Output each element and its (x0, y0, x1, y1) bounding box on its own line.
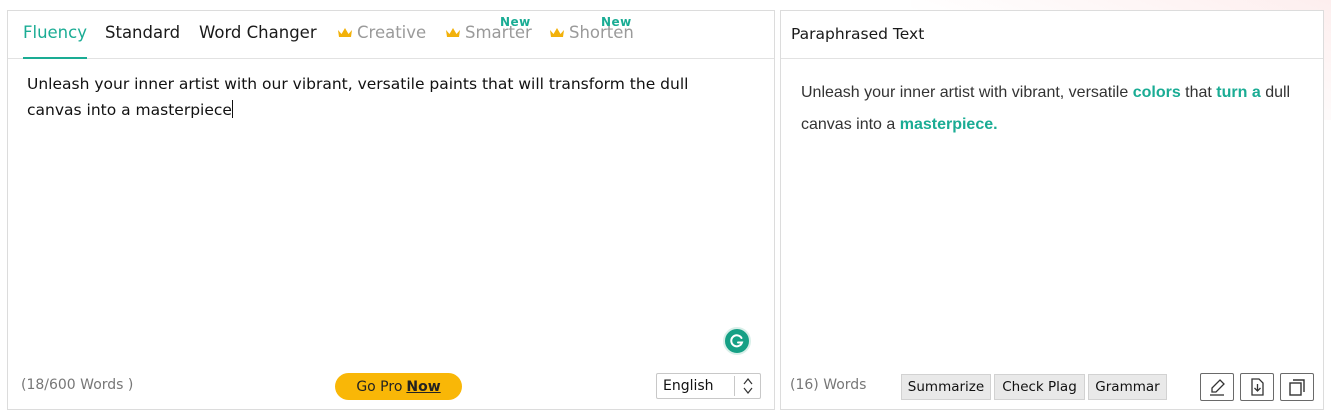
new-badge: New (601, 15, 632, 29)
grammar-button[interactable]: Grammar (1088, 374, 1167, 400)
new-badge: New (500, 15, 531, 29)
tab-label: Word Changer (199, 23, 317, 42)
paraphrased-text: Unleash your inner artist with vibrant, … (801, 77, 1306, 141)
tab-label: Standard (105, 23, 181, 42)
changed-word[interactable]: masterpiece. (900, 116, 998, 133)
output-word-count: (16) Words (790, 377, 867, 393)
select-arrows-icon (734, 376, 760, 396)
tab-word-changer[interactable]: Word Changer (199, 23, 317, 59)
download-icon[interactable] (1240, 373, 1274, 401)
input-textarea[interactable]: Unleash your inner artist with our vibra… (27, 71, 727, 123)
crown-icon (338, 28, 352, 37)
language-value: English (663, 378, 714, 394)
output-segment: Unleash your inner artist with vibrant, … (801, 84, 1133, 101)
mode-tabs: Fluency Standard Word Changer Creative N… (8, 11, 774, 59)
output-title: Paraphrased Text (791, 25, 925, 43)
grammarly-icon[interactable] (723, 327, 751, 355)
grammarly-g-glyph (730, 334, 744, 348)
text-caret (231, 100, 233, 118)
go-pro-now: Now (406, 378, 441, 395)
input-panel: Fluency Standard Word Changer Creative N… (7, 10, 775, 410)
crown-icon (550, 28, 564, 37)
output-panel: Paraphrased Text Unleash your inner arti… (780, 10, 1324, 410)
tab-label: Fluency (23, 23, 87, 42)
tab-label: Creative (357, 23, 427, 42)
changed-word[interactable]: turn a (1216, 84, 1260, 101)
go-pro-button[interactable]: Go Pro Now (335, 373, 462, 400)
highlighter-icon[interactable] (1200, 373, 1234, 401)
language-select[interactable]: English (656, 373, 761, 399)
check-plag-button[interactable]: Check Plag (994, 374, 1085, 400)
tab-creative[interactable]: Creative (337, 23, 426, 59)
tab-smarter[interactable]: New Smarter (445, 15, 532, 59)
tab-fluency[interactable]: Fluency (23, 23, 87, 59)
summarize-button[interactable]: Summarize (901, 374, 991, 400)
output-header: Paraphrased Text (781, 11, 1323, 59)
copy-icon[interactable] (1280, 373, 1314, 401)
input-word-count: (18/600 Words ) (21, 377, 134, 393)
tab-shorten[interactable]: New Shorten (549, 15, 634, 59)
crown-icon (446, 28, 460, 37)
go-pro-label: Go Pro (356, 378, 403, 395)
tab-standard[interactable]: Standard (105, 23, 180, 59)
changed-word[interactable]: colors (1133, 84, 1181, 101)
output-segment: that (1180, 84, 1217, 101)
input-text-content: Unleash your inner artist with our vibra… (27, 75, 689, 119)
